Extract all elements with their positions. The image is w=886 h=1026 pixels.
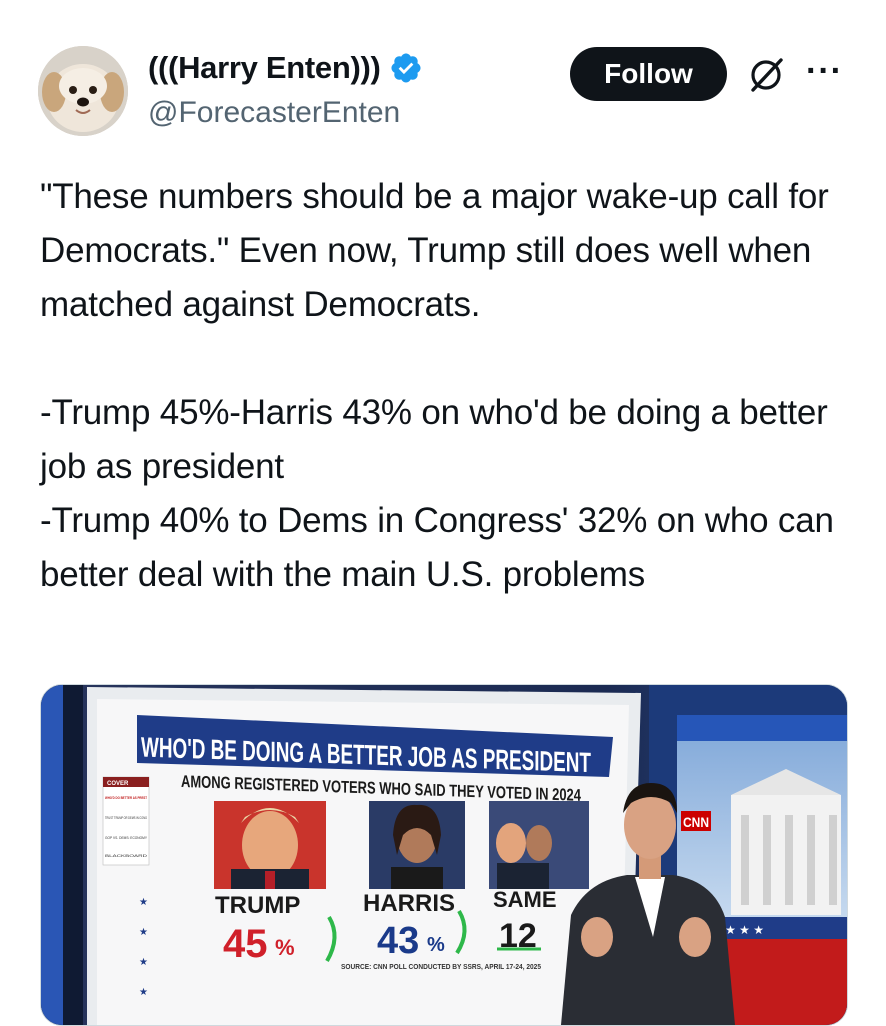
svg-text:★: ★ [139,897,148,908]
same-label: SAME [493,887,557,912]
author-name-row[interactable]: (((Harry Enten))) [148,50,423,86]
verified-badge-icon [391,53,421,83]
harris-label: HARRIS [363,890,455,917]
grok-icon[interactable] [745,54,787,96]
chart-source: SOURCE: CNN POLL CONDUCTED BY SSRS, APRI… [341,964,541,971]
harris-value: 43 [377,920,419,962]
svg-text:★: ★ [139,927,148,938]
screen-menu-item-blackboard: BLACKBOARD [105,853,147,858]
author-avatar[interactable] [38,46,128,136]
svg-text:★: ★ [139,957,148,968]
tweet-media-image[interactable]: WHO'D BE DOING A BETTER JOB AS PRESIDENT… [40,684,848,1026]
author-display-name[interactable]: (((Harry Enten))) [148,50,381,86]
svg-text:★: ★ [139,987,148,998]
screen-menu-item-cover: COVER [107,781,129,787]
screen-menu-item-economy: GOP VS. DEMS: ECONOMY [105,835,147,840]
dog-avatar-icon [38,46,128,136]
follow-button[interactable]: Follow [570,47,727,101]
tweet-text: "These numbers should be a major wake-up… [40,177,834,594]
harris-unit: % [427,934,445,956]
screen-menu-item-better-job: WHO'D DO BETTER AS PREST [105,795,147,800]
cnn-logo: CNN [683,814,709,830]
trump-value: 45 [223,922,268,966]
trump-unit: % [275,935,295,960]
author-handle[interactable]: @ForecasterEnten [148,96,400,130]
cnn-broadcast-frame: WHO'D BE DOING A BETTER JOB AS PRESIDENT… [41,685,847,1025]
screen-menu-item-trust: TRUST TRUMP OR DEMS IN CONG [105,815,147,820]
more-options-icon[interactable]: ··· [806,54,843,88]
trump-label: TRUMP [215,892,300,919]
